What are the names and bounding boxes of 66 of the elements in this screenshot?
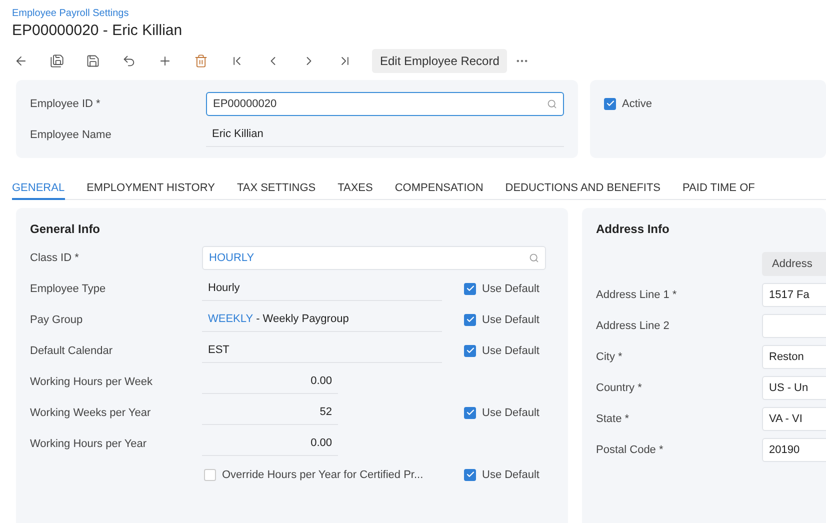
field-label: Country *: [596, 382, 643, 394]
tab[interactable]: EMPLOYMENT HISTORY: [86, 178, 215, 200]
checkbox-label: Use Default: [482, 314, 540, 326]
save-icon[interactable]: [86, 54, 100, 68]
search-icon[interactable]: [547, 98, 557, 108]
input-field[interactable]: Reston: [762, 344, 826, 368]
field-label: Employee Type: [30, 282, 107, 294]
undo-icon[interactable]: [122, 54, 136, 68]
tab[interactable]: DEDUCTIONS AND BENEFITS: [505, 178, 661, 200]
field-label: Class ID *: [30, 252, 80, 264]
input-field[interactable]: 1517 Fa: [762, 282, 826, 306]
field-label: Working Weeks per Year: [30, 406, 152, 418]
number-value: 0.00: [202, 370, 338, 394]
checkbox-label: Use Default: [482, 282, 540, 294]
tab[interactable]: COMPENSATION: [394, 178, 484, 200]
checkbox[interactable]: [464, 344, 476, 356]
field-label: Postal Code *: [596, 444, 664, 456]
field-label: Employee Name: [30, 128, 112, 140]
input-field[interactable]: VA - VI: [762, 406, 826, 430]
section-title: Address Info: [596, 222, 670, 238]
value-text: EST: [208, 344, 230, 356]
field-label: Default Calendar: [30, 344, 114, 356]
field-label: Working Hours per Week: [30, 376, 154, 388]
field-label: Address Line 1 *: [596, 288, 678, 300]
tab[interactable]: PAID TIME OF: [682, 178, 755, 200]
field-label: Pay Group: [30, 314, 84, 326]
back-arrow-icon[interactable]: [14, 54, 28, 68]
checkbox[interactable]: [204, 468, 216, 480]
class-id-field[interactable]: HOURLY: [202, 246, 546, 270]
field-label: City *: [596, 350, 624, 362]
page-title: EP00000020 - Eric Killian: [12, 22, 184, 39]
edit-record-button[interactable]: Edit Employee Record: [372, 49, 508, 73]
field-label: State *: [596, 412, 630, 424]
trash-icon[interactable]: [194, 54, 208, 68]
number-value: 52: [202, 400, 338, 424]
value-text: Hourly: [208, 282, 240, 294]
value-link[interactable]: WEEKLY: [208, 313, 254, 325]
employee-name-value: Eric Killian: [206, 122, 564, 146]
checkbox[interactable]: [464, 468, 476, 480]
save-close-icon[interactable]: [50, 54, 64, 68]
checkbox[interactable]: [464, 282, 476, 294]
checkbox[interactable]: [604, 98, 616, 110]
field-label: Employee ID *: [30, 98, 102, 110]
number-value: 0.00: [202, 432, 338, 456]
input-field[interactable]: 20190: [762, 438, 826, 462]
checkbox-label: Active: [622, 98, 652, 110]
checkbox-label: Use Default: [482, 468, 540, 480]
address-button[interactable]: Address: [762, 252, 826, 276]
checkbox-label: Override Hours per Year for Certified Pr...: [222, 468, 424, 480]
employee-id-field[interactable]: EP00000020: [206, 92, 564, 116]
tab[interactable]: GENERAL: [12, 178, 65, 200]
checkbox[interactable]: [464, 314, 476, 326]
search-icon[interactable]: [529, 252, 539, 262]
input-field[interactable]: [762, 314, 826, 338]
add-icon[interactable]: [158, 54, 172, 68]
breadcrumb-link[interactable]: Employee Payroll Settings: [12, 8, 129, 19]
tab[interactable]: TAX SETTINGS: [236, 178, 316, 200]
tab[interactable]: TAXES: [338, 178, 373, 200]
value-text: - Weekly Paygroup: [255, 313, 349, 325]
checkbox[interactable]: [464, 406, 476, 418]
field-label: Working Hours per Year: [30, 438, 148, 450]
section-title: General Info: [30, 222, 102, 238]
field-label: Address Line 2: [596, 320, 670, 332]
checkbox-label: Use Default: [482, 344, 540, 356]
input-field[interactable]: US - Un: [762, 376, 826, 400]
checkbox-label: Use Default: [482, 406, 540, 418]
